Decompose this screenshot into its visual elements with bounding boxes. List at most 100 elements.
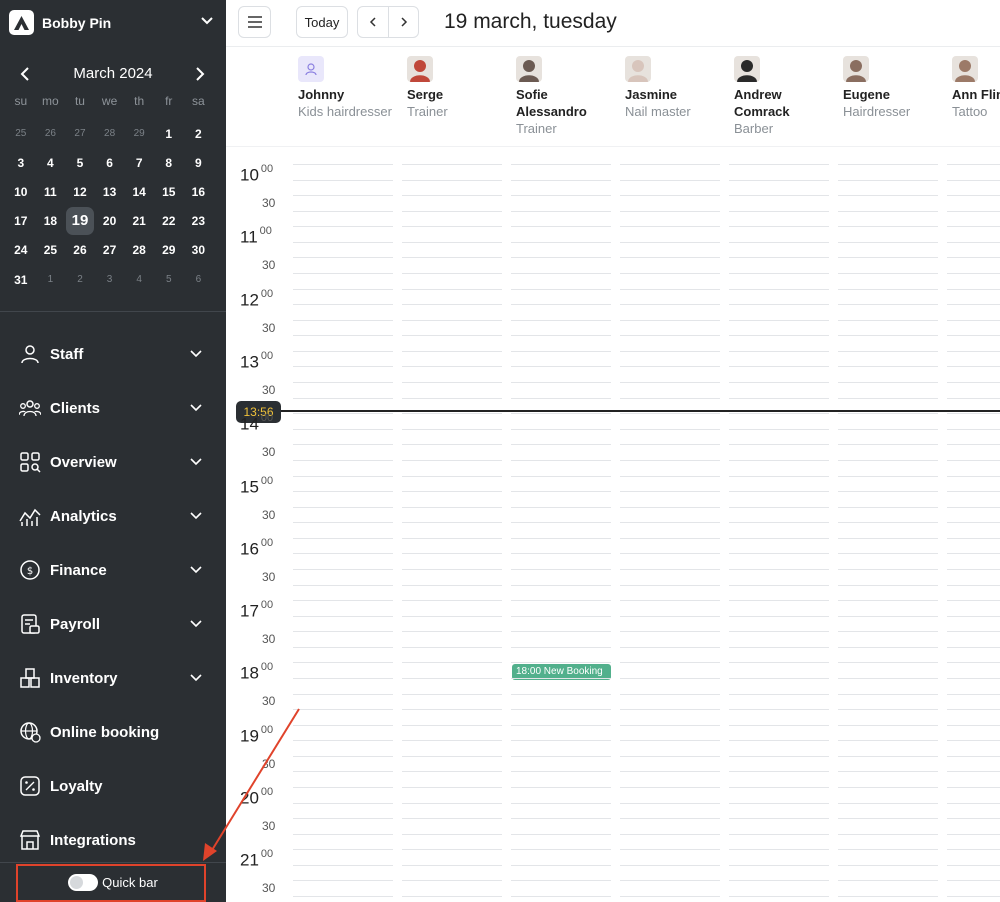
time-slot[interactable] [402, 476, 502, 477]
time-slot[interactable] [947, 351, 1000, 352]
time-slot[interactable] [838, 413, 938, 414]
time-slot[interactable] [729, 678, 829, 679]
time-slot[interactable] [511, 351, 611, 352]
time-slot[interactable] [729, 725, 829, 726]
time-slot[interactable] [511, 787, 611, 788]
time-slot[interactable] [947, 273, 1000, 274]
time-slot[interactable] [838, 444, 938, 445]
time-slot[interactable] [838, 756, 938, 757]
time-slot[interactable] [620, 522, 720, 523]
time-slot[interactable] [838, 335, 938, 336]
calendar-day[interactable]: 1 [36, 274, 66, 285]
time-slot[interactable] [511, 631, 611, 632]
time-slot[interactable] [293, 507, 393, 508]
time-slot[interactable] [293, 195, 393, 196]
time-slot[interactable] [947, 289, 1000, 290]
time-slot[interactable] [511, 460, 611, 461]
calendar-day[interactable]: 27 [65, 128, 95, 139]
time-slot[interactable] [511, 725, 611, 726]
time-slot[interactable] [838, 880, 938, 881]
calendar-day[interactable]: 1 [154, 127, 184, 141]
time-slot[interactable] [620, 803, 720, 804]
time-slot[interactable] [402, 569, 502, 570]
time-slot[interactable] [511, 600, 611, 601]
time-slot[interactable] [729, 507, 829, 508]
time-slot[interactable] [511, 896, 611, 897]
time-slot[interactable] [947, 491, 1000, 492]
time-slot[interactable] [838, 491, 938, 492]
time-slot[interactable] [293, 865, 393, 866]
time-slot[interactable] [620, 195, 720, 196]
time-slot[interactable] [402, 273, 502, 274]
time-slot[interactable] [838, 834, 938, 835]
nav-item-inventory[interactable]: Inventory [0, 651, 226, 705]
today-button[interactable]: Today [296, 6, 348, 38]
nav-item-online-booking[interactable]: Online booking [0, 705, 226, 759]
time-slot[interactable] [838, 662, 938, 663]
time-slot[interactable] [402, 553, 502, 554]
time-slot[interactable] [402, 289, 502, 290]
time-slot[interactable] [838, 818, 938, 819]
time-slot[interactable] [511, 647, 611, 648]
time-slot[interactable] [293, 647, 393, 648]
time-slot[interactable] [293, 273, 393, 274]
time-slot[interactable] [729, 896, 829, 897]
time-slot[interactable] [402, 725, 502, 726]
time-slot[interactable] [620, 880, 720, 881]
nav-item-integrations[interactable]: Integrations [0, 813, 226, 867]
calendar-day[interactable]: 28 [124, 243, 154, 257]
time-slot[interactable] [293, 880, 393, 881]
time-slot[interactable] [729, 569, 829, 570]
time-slot[interactable] [838, 740, 938, 741]
time-slot[interactable] [729, 164, 829, 165]
time-slot[interactable] [947, 538, 1000, 539]
calendar-day[interactable]: 5 [65, 156, 95, 170]
time-slot[interactable] [511, 507, 611, 508]
time-slot[interactable] [402, 164, 502, 165]
time-slot[interactable] [293, 694, 393, 695]
time-slot[interactable] [293, 351, 393, 352]
time-slot[interactable] [402, 694, 502, 695]
time-slot[interactable] [511, 444, 611, 445]
calendar-day[interactable]: 2 [65, 274, 95, 285]
time-slot[interactable] [511, 662, 611, 663]
time-slot[interactable] [511, 616, 611, 617]
time-slot[interactable] [402, 787, 502, 788]
time-slot[interactable] [620, 382, 720, 383]
calendar-day[interactable]: 3 [95, 274, 125, 285]
business-switcher[interactable]: Bobby Pin [0, 0, 226, 45]
time-slot[interactable] [947, 553, 1000, 554]
time-slot[interactable] [511, 366, 611, 367]
time-slot[interactable] [402, 507, 502, 508]
time-slot[interactable] [402, 491, 502, 492]
time-slot[interactable] [511, 304, 611, 305]
next-day-button[interactable] [388, 7, 418, 37]
time-slot[interactable] [620, 211, 720, 212]
time-slot[interactable] [947, 335, 1000, 336]
time-slot[interactable] [293, 460, 393, 461]
time-slot[interactable] [511, 880, 611, 881]
time-slot[interactable] [947, 709, 1000, 710]
time-slot[interactable] [511, 226, 611, 227]
time-slot[interactable] [620, 787, 720, 788]
calendar-day[interactable]: 21 [124, 214, 154, 228]
time-slot[interactable] [293, 803, 393, 804]
time-slot[interactable] [838, 803, 938, 804]
time-slot[interactable] [511, 257, 611, 258]
time-slot[interactable] [293, 709, 393, 710]
time-slot[interactable] [947, 694, 1000, 695]
time-slot[interactable] [838, 771, 938, 772]
staff-column-header[interactable]: Sofie Alessandro Trainer [516, 56, 616, 137]
calendar-day[interactable]: 30 [184, 243, 214, 257]
time-slot[interactable] [729, 662, 829, 663]
time-slot[interactable] [293, 585, 393, 586]
nav-item-payroll[interactable]: Payroll [0, 597, 226, 651]
time-slot[interactable] [293, 476, 393, 477]
time-slot[interactable] [947, 429, 1000, 430]
time-slot[interactable] [838, 507, 938, 508]
time-slot[interactable] [402, 818, 502, 819]
time-slot[interactable] [729, 880, 829, 881]
time-slot[interactable] [511, 273, 611, 274]
time-slot[interactable] [620, 631, 720, 632]
time-slot[interactable] [402, 320, 502, 321]
